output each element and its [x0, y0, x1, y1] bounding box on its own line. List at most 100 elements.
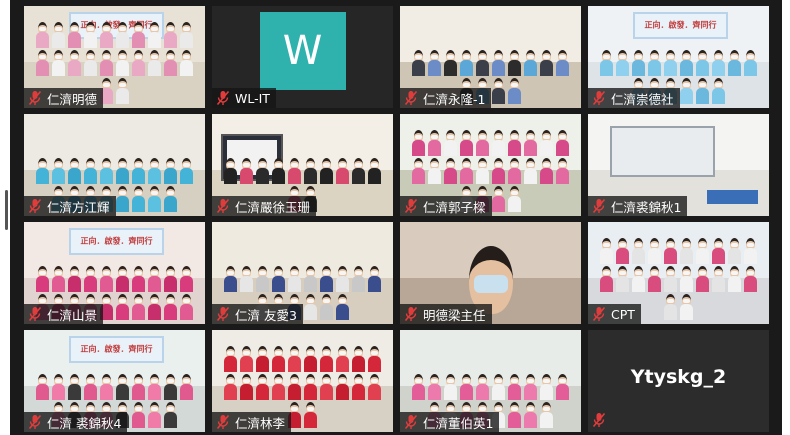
person [696, 237, 709, 264]
person [524, 129, 537, 156]
person [460, 49, 473, 76]
person [352, 373, 365, 400]
participant-name-label: 仁濟嚴徐玉珊 [212, 196, 317, 216]
participant-name-label: 仁濟明德 [24, 88, 104, 108]
video-tile[interactable]: 正向．啟發．齊同行 仁濟明德 [24, 6, 205, 108]
person [132, 185, 145, 212]
person [556, 157, 569, 184]
person [132, 21, 145, 48]
person [36, 265, 49, 292]
person [256, 265, 269, 292]
person [36, 157, 49, 184]
video-tile[interactable]: 仁濟永隆-1 [400, 6, 581, 108]
participant-name: 仁濟崇德社 [611, 91, 674, 107]
person [680, 265, 693, 292]
video-tile[interactable]: 明德梁主任 [400, 222, 581, 324]
person [540, 129, 553, 156]
person [508, 77, 521, 104]
muted-mic-icon [28, 414, 42, 430]
video-tile[interactable]: 仁濟裘錦秋1 [588, 114, 769, 216]
person [712, 77, 725, 104]
video-tile[interactable]: Ytyskg_2 [588, 330, 769, 432]
person [272, 345, 285, 372]
video-tile[interactable]: W WL-IT [212, 6, 393, 108]
school-banner: 正向．啟發．齊同行 [69, 228, 164, 255]
person [132, 49, 145, 76]
window-edge [0, 0, 10, 435]
person [320, 293, 333, 320]
person [632, 49, 645, 76]
person [132, 293, 145, 320]
person [100, 265, 113, 292]
person [272, 373, 285, 400]
person [524, 157, 537, 184]
person [540, 49, 553, 76]
person [444, 49, 457, 76]
person [116, 265, 129, 292]
participant-name-label: 仁濟郭子樑 [400, 196, 492, 216]
person [508, 373, 521, 400]
video-tile[interactable]: 仁濟 友愛3 [212, 222, 393, 324]
person [272, 265, 285, 292]
person [648, 237, 661, 264]
video-tile[interactable]: CPT [588, 222, 769, 324]
video-tile[interactable]: 正向．啟發．齊同行 仁濟山景 [24, 222, 205, 324]
person [320, 345, 333, 372]
person [476, 373, 489, 400]
person [84, 21, 97, 48]
person [288, 345, 301, 372]
person [132, 265, 145, 292]
person [180, 293, 193, 320]
person [116, 185, 129, 212]
person [336, 373, 349, 400]
video-tile[interactable]: 仁濟郭子樑 [400, 114, 581, 216]
participant-name-label: 明德梁主任 [400, 304, 492, 324]
person [180, 373, 193, 400]
participant-name: 仁濟郭子樑 [423, 199, 486, 215]
participant-name: 仁濟林李 [235, 415, 286, 431]
video-tile[interactable]: 仁濟董伯英1 [400, 330, 581, 432]
muted-mic-icon [216, 90, 230, 106]
person [68, 49, 81, 76]
video-tile[interactable]: 仁濟林李 [212, 330, 393, 432]
person [304, 157, 317, 184]
person [492, 157, 505, 184]
person [256, 373, 269, 400]
person [180, 265, 193, 292]
person [492, 49, 505, 76]
person [368, 265, 381, 292]
person [320, 157, 333, 184]
video-tile[interactable]: 仁濟方江輝 [24, 114, 205, 216]
person [556, 49, 569, 76]
participant-name: 仁濟方江輝 [47, 199, 110, 215]
banner-text: 正向．啟發．齊同行 [644, 20, 717, 30]
person [336, 345, 349, 372]
banner-text: 正向．啟發．齊同行 [80, 236, 153, 246]
person [368, 373, 381, 400]
video-tile[interactable]: 正向．啟發．齊同行 仁濟 裘錦秋4 [24, 330, 205, 432]
participant-name-label: 仁濟董伯英1 [400, 412, 500, 432]
participant-name: 明德梁主任 [423, 307, 486, 323]
video-tile[interactable]: 仁濟嚴徐玉珊 [212, 114, 393, 216]
person [52, 157, 65, 184]
video-gallery-grid: 正向．啟發．齊同行 仁濟明德 W WL-IT 仁濟永隆-1 正向．啟發．齊同行 仁濟崇德社仁… [24, 6, 769, 432]
person [476, 157, 489, 184]
participant-name: 仁濟嚴徐玉珊 [235, 199, 311, 215]
person [352, 265, 365, 292]
person [116, 373, 129, 400]
person [712, 265, 725, 292]
person [508, 185, 521, 212]
person [164, 49, 177, 76]
muted-mic-icon [216, 198, 230, 214]
person [664, 293, 677, 320]
person [492, 129, 505, 156]
participant-name-label: WL-IT [212, 88, 276, 108]
person [616, 237, 629, 264]
muted-mic-icon [404, 198, 418, 214]
person [428, 373, 441, 400]
person [180, 21, 193, 48]
person [164, 293, 177, 320]
video-tile[interactable]: 正向．啟發．齊同行仁濟崇德社 [588, 6, 769, 108]
muted-mic-icon [592, 306, 606, 322]
muted-mic-icon [28, 90, 42, 106]
